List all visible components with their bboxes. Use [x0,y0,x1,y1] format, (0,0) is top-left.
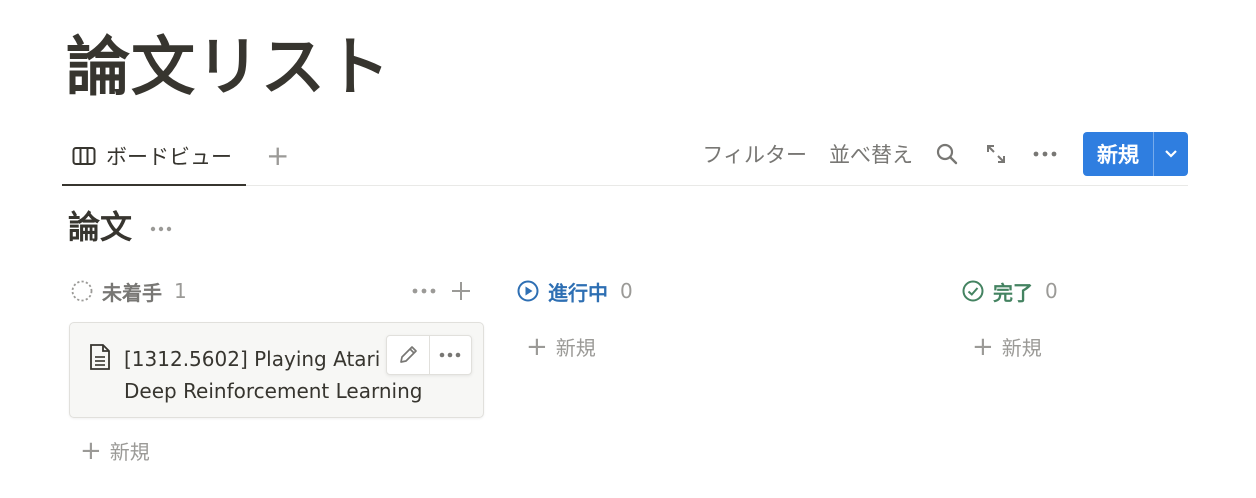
add-card-label: 新規 [109,440,150,464]
group-header-done[interactable]: 完了 0 [961,274,1058,308]
add-card-label: 新規 [555,336,596,360]
search-icon[interactable] [935,142,959,166]
chevron-down-icon [1165,150,1177,158]
status-in-progress-icon [517,280,539,302]
group-more-icon[interactable] [412,288,436,294]
plus-icon: + [972,331,994,362]
status-not-started-icon [71,280,93,302]
add-card-button-in-progress[interactable]: + 新規 [526,332,596,361]
tab-label: ボードビュー [106,145,232,169]
group-add-icon[interactable] [450,280,472,302]
add-card-label: 新規 [1001,336,1042,360]
database-title-text[interactable]: 論文 [68,202,132,248]
new-dropdown-button[interactable] [1154,132,1188,176]
database-more-icon[interactable] [150,213,172,237]
group-count: 0 [620,279,633,303]
card-hover-actions [386,335,472,375]
group-actions [412,274,472,308]
sort-button[interactable]: 並べ替え [829,139,913,169]
tab-board-view[interactable]: ボードビュー [62,128,246,186]
add-view-button[interactable]: + [266,142,289,170]
plus-icon: + [526,331,548,362]
status-done-icon [962,280,984,302]
board-card[interactable]: [1312.5602] Playing Atari with Deep Rein… [69,322,484,418]
group-name: 完了 [993,280,1033,305]
plus-icon: + [80,435,102,466]
add-card-button-done[interactable]: + 新規 [972,332,1042,361]
filter-button[interactable]: フィルター [702,139,807,169]
more-icon[interactable] [1033,151,1057,157]
new-button-group: 新規 [1083,132,1188,176]
toolbar: フィルター 並べ替え 新規 [702,132,1188,176]
add-card-button-not-started[interactable]: + 新規 [80,436,150,465]
board-icon [72,147,96,165]
group-count: 0 [1045,279,1058,303]
group-name: 未着手 [102,280,162,305]
expand-icon[interactable] [985,143,1007,165]
group-header-in-progress[interactable]: 進行中 0 [516,274,633,308]
group-count: 1 [174,279,187,303]
database-title: 論文 [68,202,172,248]
new-button[interactable]: 新規 [1083,132,1154,176]
edit-icon[interactable] [387,336,429,374]
group-name: 進行中 [548,280,608,305]
page-title: 論文リスト [66,31,391,105]
group-header-not-started[interactable]: 未着手 1 [70,274,187,308]
document-icon [90,344,110,370]
view-bar: ボードビュー + フィルター 並べ替え 新規 [62,128,1188,186]
card-more-icon[interactable] [428,336,472,374]
